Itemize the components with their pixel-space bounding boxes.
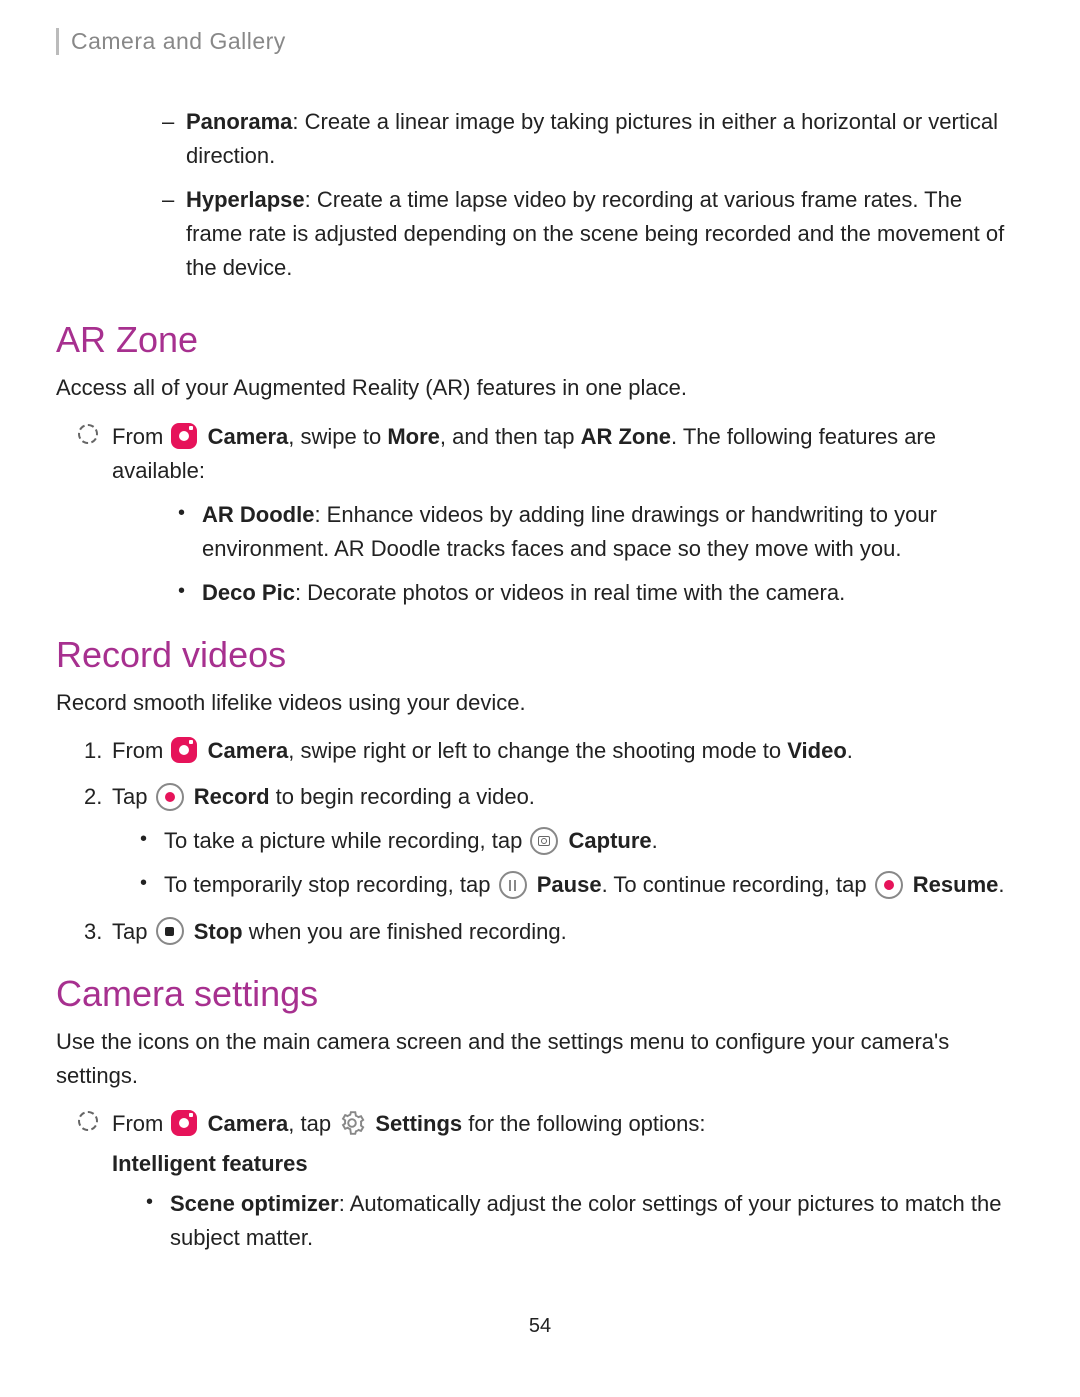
gear-icon	[339, 1110, 365, 1136]
text: Tap	[112, 784, 154, 809]
list-item: 2. Tap Record to begin recording a video…	[88, 780, 1024, 902]
circle-marker-icon	[78, 424, 98, 444]
settings-label: Settings	[375, 1111, 462, 1136]
pause-label: Pause	[537, 872, 602, 897]
camera-label: Camera	[208, 738, 289, 763]
decopic-desc: : Decorate photos or videos in real time…	[295, 580, 845, 605]
camera-settings-heading: Camera settings	[56, 973, 1024, 1015]
list-item: From Camera, swipe to More, and then tap…	[88, 420, 1024, 488]
stop-icon	[156, 917, 184, 945]
document-page: Camera and Gallery Panorama: Create a li…	[0, 0, 1080, 1378]
sub-dot-list: To take a picture while recording, tap C…	[112, 824, 1024, 902]
capture-icon	[530, 827, 558, 855]
text-from: From	[112, 424, 169, 449]
record-icon	[156, 783, 184, 811]
list-item: Hyperlapse: Create a time lapse video by…	[162, 183, 1024, 285]
list-item: Panorama: Create a linear image by takin…	[162, 105, 1024, 173]
numbered-list: 1. From Camera, swipe right or left to c…	[56, 734, 1024, 948]
dot-list: AR Doodle: Enhance videos by adding line…	[88, 498, 1024, 610]
list-item: To temporarily stop recording, tap Pause…	[140, 868, 1024, 902]
dash-list: Panorama: Create a linear image by takin…	[56, 105, 1024, 285]
text: .	[847, 738, 853, 763]
text: To temporarily stop recording, tap	[164, 872, 497, 897]
resume-label: Resume	[913, 872, 999, 897]
circ-list: From Camera, tap Settings for the follow…	[56, 1107, 1024, 1141]
text-tap: , and then tap	[440, 424, 581, 449]
record-videos-heading: Record videos	[56, 634, 1024, 676]
list-item: AR Doodle: Enhance videos by adding line…	[178, 498, 1024, 566]
list-item: Scene optimizer: Automatically adjust th…	[146, 1187, 1024, 1255]
ardoodle-label: AR Doodle	[202, 502, 314, 527]
text: .	[652, 828, 658, 853]
list-item: To take a picture while recording, tap C…	[140, 824, 1024, 858]
text: when you are finished recording.	[243, 919, 567, 944]
number-marker: 3.	[84, 915, 102, 949]
text: for the following options:	[462, 1111, 705, 1136]
text: Tap	[112, 919, 154, 944]
capture-label: Capture	[569, 828, 652, 853]
camera-icon	[171, 423, 197, 449]
text: , swipe right or left to change the shoo…	[288, 738, 787, 763]
record-intro: Record smooth lifelike videos using your…	[56, 686, 1024, 720]
intelligent-features-subhead: Intelligent features	[112, 1151, 1024, 1177]
video-label: Video	[787, 738, 847, 763]
text-swipe: , swipe to	[288, 424, 387, 449]
text: From	[112, 1111, 169, 1136]
arzone-label: AR Zone	[581, 424, 671, 449]
decopic-label: Deco Pic	[202, 580, 295, 605]
text: .	[998, 872, 1004, 897]
panorama-desc: : Create a linear image by taking pictur…	[186, 109, 998, 168]
stop-label: Stop	[194, 919, 243, 944]
record-label: Record	[194, 784, 270, 809]
list-item: Deco Pic: Decorate photos or videos in r…	[178, 576, 1024, 610]
header-title: Camera and Gallery	[71, 28, 286, 54]
settings-intro: Use the icons on the main camera screen …	[56, 1025, 1024, 1093]
ar-zone-heading: AR Zone	[56, 319, 1024, 361]
text: From	[112, 738, 169, 763]
number-marker: 1.	[84, 734, 102, 768]
more-label: More	[387, 424, 440, 449]
scene-optimizer-label: Scene optimizer	[170, 1191, 339, 1216]
camera-icon	[171, 737, 197, 763]
text: To take a picture while recording, tap	[164, 828, 528, 853]
page-header: Camera and Gallery	[56, 28, 1024, 55]
circ-list: From Camera, swipe to More, and then tap…	[56, 420, 1024, 610]
list-item: From Camera, tap Settings for the follow…	[88, 1107, 1024, 1141]
hyperlapse-label: Hyperlapse	[186, 187, 305, 212]
camera-label: Camera	[208, 1111, 289, 1136]
resume-icon	[875, 871, 903, 899]
text: . To continue recording, tap	[602, 872, 873, 897]
ar-zone-intro: Access all of your Augmented Reality (AR…	[56, 371, 1024, 405]
camera-icon	[171, 1110, 197, 1136]
dot-list: Scene optimizer: Automatically adjust th…	[56, 1187, 1024, 1255]
hyperlapse-desc: : Create a time lapse video by recording…	[186, 187, 1004, 280]
pause-icon	[499, 871, 527, 899]
page-number: 54	[56, 1315, 1024, 1338]
circle-marker-icon	[78, 1111, 98, 1131]
panorama-label: Panorama	[186, 109, 292, 134]
number-marker: 2.	[84, 780, 102, 814]
text: to begin recording a video.	[270, 784, 535, 809]
list-item: 3. Tap Stop when you are finished record…	[88, 915, 1024, 949]
text: , tap	[288, 1111, 337, 1136]
camera-label: Camera	[208, 424, 289, 449]
list-item: 1. From Camera, swipe right or left to c…	[88, 734, 1024, 768]
